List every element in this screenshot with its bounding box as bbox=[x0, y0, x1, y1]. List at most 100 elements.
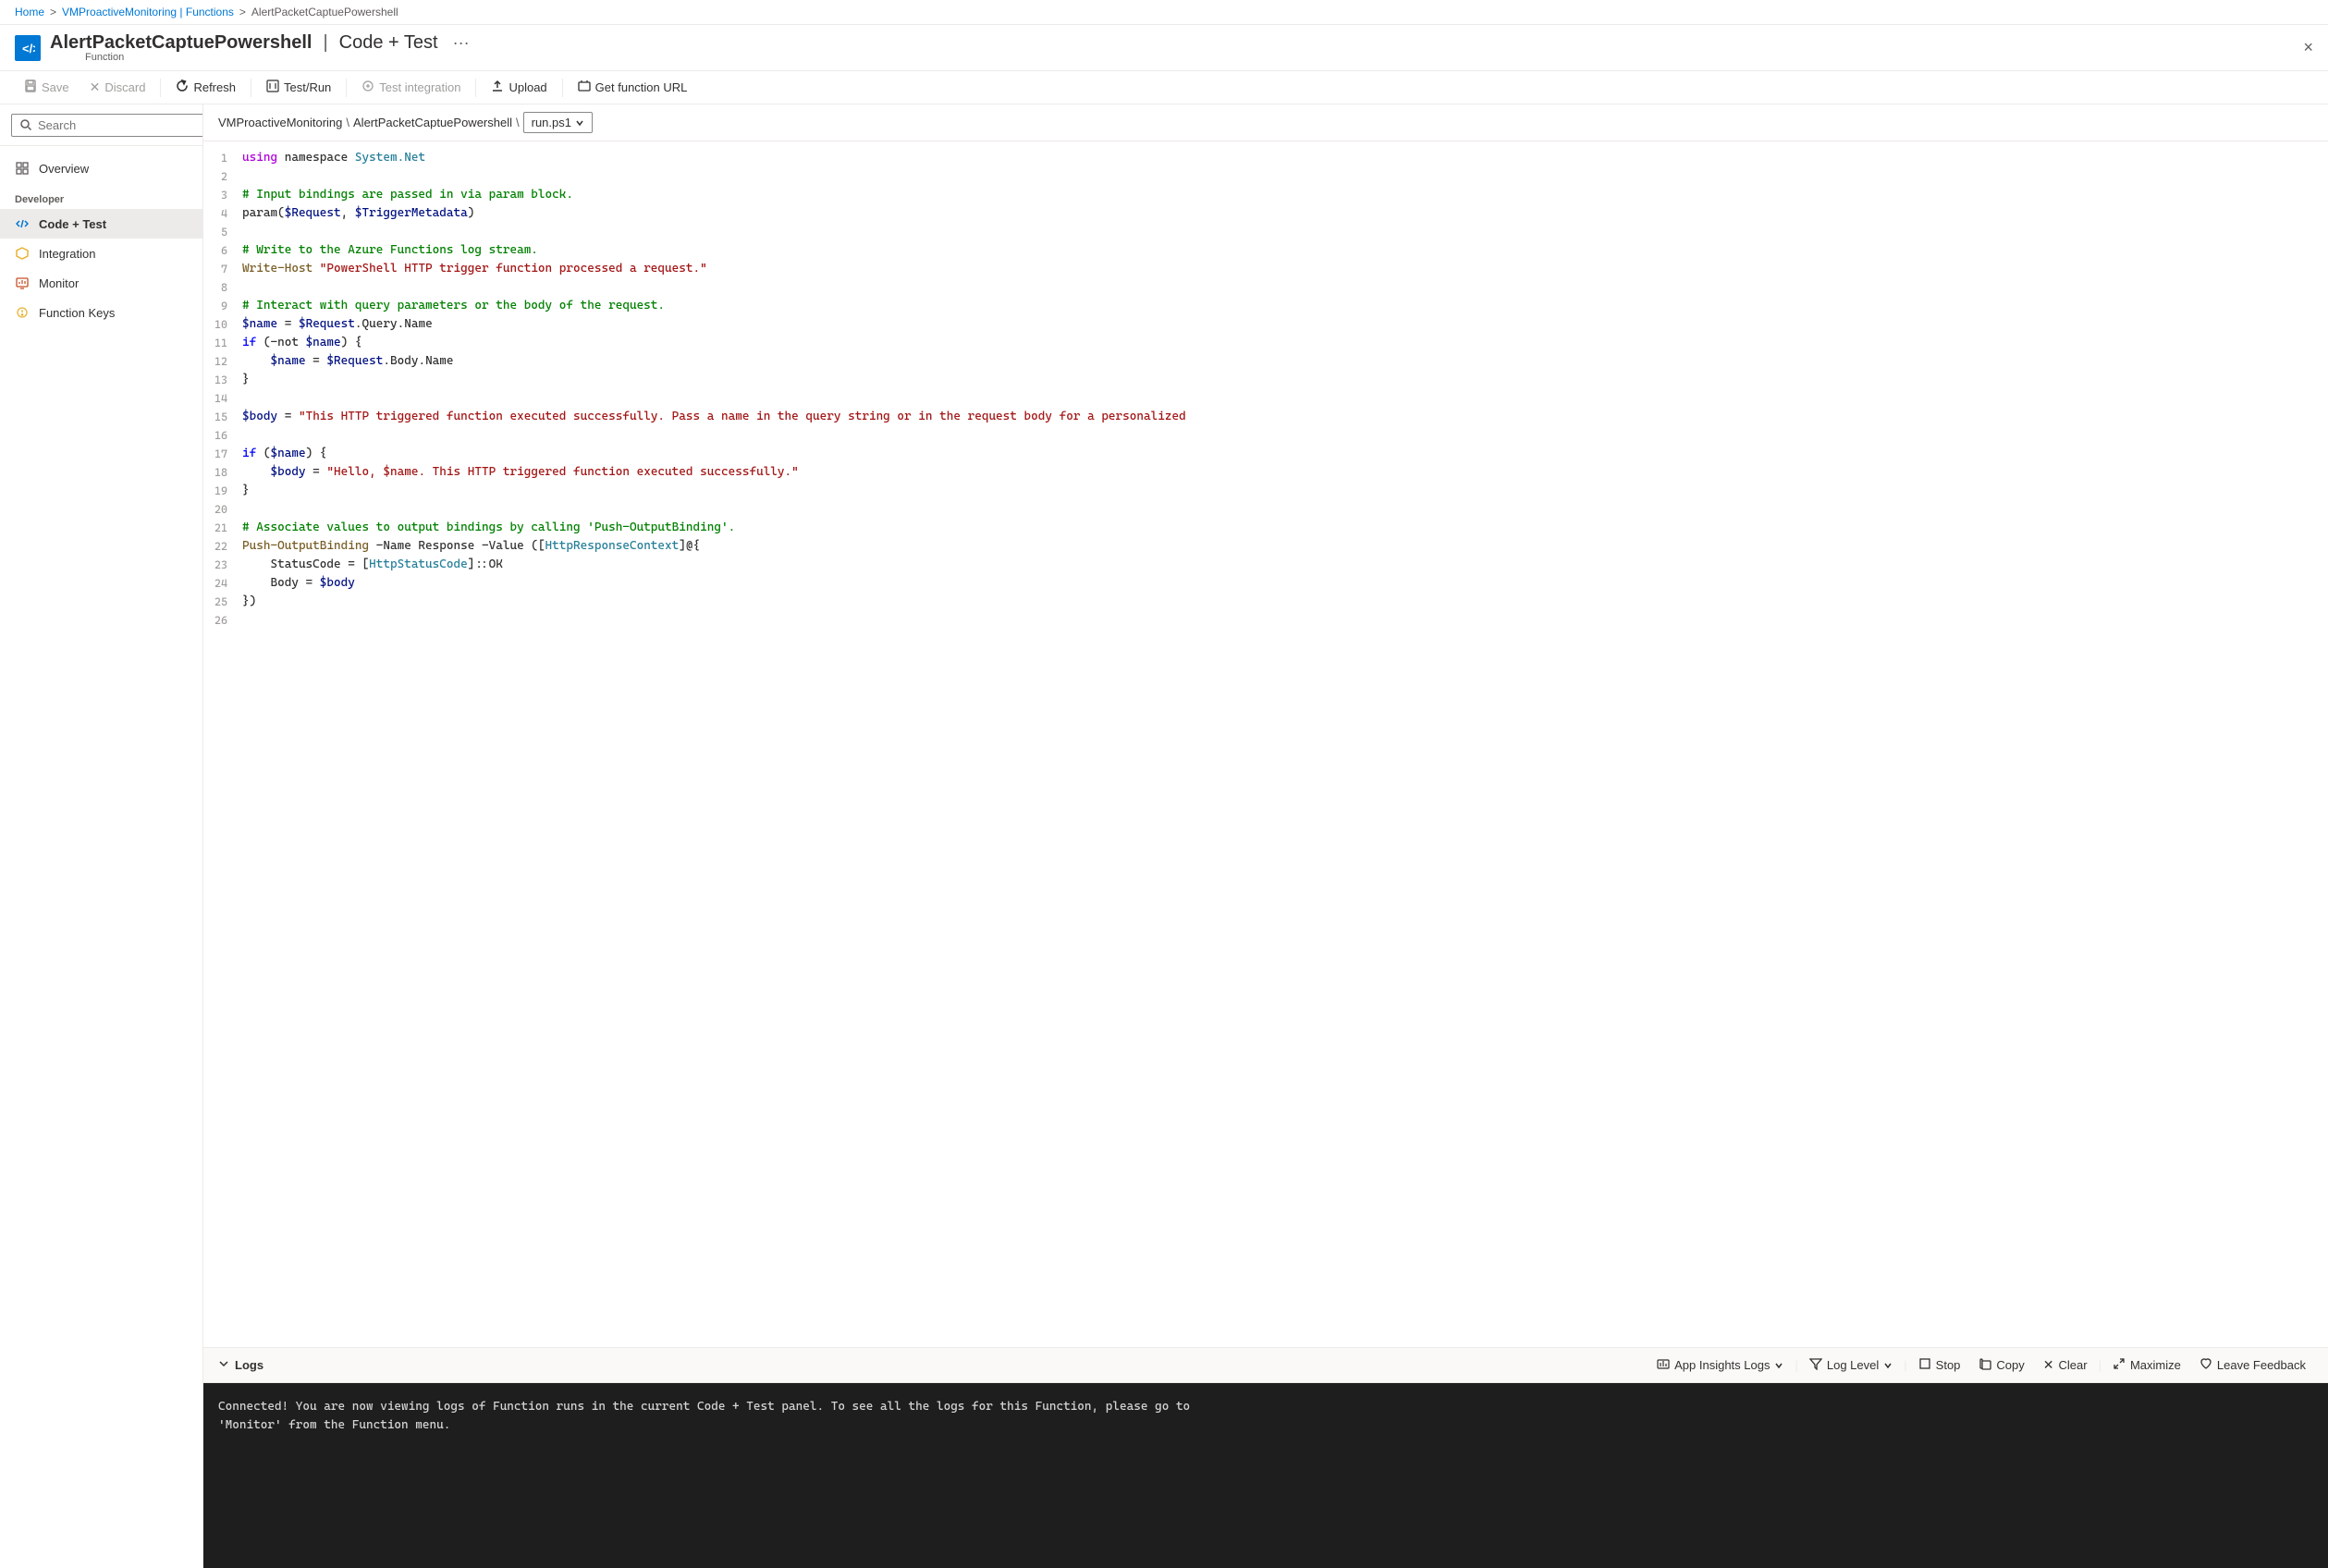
code-line-23: 23 StatusCode = [HttpStatusCode]::OK bbox=[203, 556, 2328, 574]
code-line-20: 20 bbox=[203, 500, 2328, 519]
breadcrumb-current: AlertPacketCaptuePowershell bbox=[251, 6, 398, 18]
test-run-button[interactable]: Test/Run bbox=[257, 75, 340, 100]
maximize-icon bbox=[2113, 1357, 2126, 1373]
more-options-icon[interactable]: ··· bbox=[453, 33, 470, 53]
get-url-button[interactable]: Get function URL bbox=[569, 75, 697, 100]
app-insights-button[interactable]: App Insights Logs bbox=[1649, 1354, 1791, 1377]
sidebar: 《 Overview Developer Code + Test I bbox=[0, 104, 203, 1568]
log-message: Connected! You are now viewing logs of F… bbox=[218, 1398, 2313, 1434]
save-icon bbox=[24, 80, 37, 95]
sidebar-item-monitor-label: Monitor bbox=[39, 276, 79, 290]
main-toolbar: Save ✕ Discard Refresh Test/Run Test int… bbox=[0, 70, 2328, 104]
refresh-icon bbox=[176, 80, 189, 95]
search-box[interactable] bbox=[11, 114, 203, 137]
file-path-bar: VMProactiveMonitoring \ AlertPacketCaptu… bbox=[203, 104, 2328, 141]
toolbar-sep-3 bbox=[346, 79, 347, 97]
overview-icon bbox=[15, 161, 30, 176]
breadcrumb-functions[interactable]: VMProactiveMonitoring | Functions bbox=[62, 6, 234, 18]
code-line-16: 16 bbox=[203, 426, 2328, 445]
sidebar-nav: Overview Developer Code + Test Integrati… bbox=[0, 146, 202, 335]
clear-icon: ✕ bbox=[2043, 1357, 2054, 1373]
integration-icon bbox=[15, 246, 30, 261]
copy-button[interactable]: Copy bbox=[1971, 1354, 2031, 1377]
maximize-button[interactable]: Maximize bbox=[2105, 1354, 2188, 1377]
file-dropdown[interactable]: run.ps1 bbox=[523, 112, 593, 133]
chevron-down-icon bbox=[575, 118, 584, 128]
sidebar-top: 《 bbox=[0, 104, 202, 146]
code-line-9: 9# Interact with query parameters or the… bbox=[203, 297, 2328, 315]
main-container: 《 Overview Developer Code + Test I bbox=[0, 104, 2328, 1568]
function-keys-icon bbox=[15, 305, 30, 320]
code-line-17: 17if ($name) { bbox=[203, 445, 2328, 463]
close-button[interactable]: × bbox=[2303, 38, 2313, 57]
function-icon: </> bbox=[15, 35, 41, 61]
monitor-icon bbox=[15, 276, 30, 290]
leave-feedback-button[interactable]: Leave Feedback bbox=[2192, 1354, 2313, 1377]
test-integration-icon bbox=[361, 80, 374, 95]
logs-toolbar: Logs App Insights Logs | bbox=[203, 1348, 2328, 1383]
code-line-15: 15$body = "This HTTP triggered function … bbox=[203, 408, 2328, 426]
logs-title-label: Logs bbox=[235, 1358, 263, 1372]
code-line-11: 11if (-not $name) { bbox=[203, 334, 2328, 352]
code-line-19: 19} bbox=[203, 482, 2328, 500]
clear-button[interactable]: ✕ Clear bbox=[2036, 1354, 2095, 1377]
svg-text:</>: </> bbox=[22, 42, 35, 55]
search-icon bbox=[19, 118, 32, 131]
logs-chevron-down-icon bbox=[218, 1358, 229, 1372]
discard-icon: ✕ bbox=[90, 80, 101, 95]
log-level-button[interactable]: Log Level bbox=[1802, 1354, 1900, 1377]
test-integration-button[interactable]: Test integration bbox=[352, 75, 470, 100]
logs-title[interactable]: Logs bbox=[218, 1358, 263, 1372]
code-line-2: 2 bbox=[203, 167, 2328, 186]
upload-button[interactable]: Upload bbox=[482, 75, 556, 100]
content-area: VMProactiveMonitoring \ AlertPacketCaptu… bbox=[203, 104, 2328, 1568]
sidebar-item-integration[interactable]: Integration bbox=[0, 239, 202, 268]
code-editor[interactable]: 1using namespace System.Net2 3# Input bi… bbox=[203, 141, 2328, 1347]
code-line-14: 14 bbox=[203, 389, 2328, 408]
sidebar-item-code-test[interactable]: Code + Test bbox=[0, 209, 202, 239]
toolbar-sep-5 bbox=[562, 79, 563, 97]
code-line-25: 25}) bbox=[203, 593, 2328, 611]
sidebar-item-function-keys-label: Function Keys bbox=[39, 306, 115, 320]
code-line-18: 18 $body = "Hello, $name. This HTTP trig… bbox=[203, 463, 2328, 482]
file-dropdown-value: run.ps1 bbox=[532, 116, 571, 129]
code-line-22: 22Push-OutputBinding -Name Response -Val… bbox=[203, 537, 2328, 556]
sidebar-item-overview-label: Overview bbox=[39, 162, 89, 176]
code-line-13: 13} bbox=[203, 371, 2328, 389]
breadcrumb-home[interactable]: Home bbox=[15, 6, 44, 18]
code-line-21: 21# Associate values to output bindings … bbox=[203, 519, 2328, 537]
discard-button[interactable]: ✕ Discard bbox=[80, 75, 155, 100]
save-button[interactable]: Save bbox=[15, 75, 79, 100]
toolbar-sep-4 bbox=[475, 79, 476, 97]
app-insights-chevron-icon bbox=[1774, 1361, 1783, 1370]
sidebar-item-overview[interactable]: Overview bbox=[0, 153, 202, 183]
code-line-26: 26 bbox=[203, 611, 2328, 630]
page-header: </> AlertPacketCaptuePowershell | Code +… bbox=[0, 25, 2328, 70]
sidebar-item-monitor[interactable]: Monitor bbox=[0, 268, 202, 298]
code-line-1: 1using namespace System.Net bbox=[203, 149, 2328, 167]
refresh-button[interactable]: Refresh bbox=[166, 75, 245, 100]
code-line-12: 12 $name = $Request.Body.Name bbox=[203, 352, 2328, 371]
sidebar-item-code-test-label: Code + Test bbox=[39, 217, 106, 231]
log-level-chevron-icon bbox=[1883, 1361, 1893, 1370]
test-run-icon bbox=[266, 80, 279, 95]
code-line-10: 10$name = $Request.Query.Name bbox=[203, 315, 2328, 334]
logs-panel: Logs App Insights Logs | bbox=[203, 1347, 2328, 1568]
code-line-3: 3# Input bindings are passed in via para… bbox=[203, 186, 2328, 204]
code-line-8: 8 bbox=[203, 278, 2328, 297]
filter-icon bbox=[1809, 1357, 1822, 1373]
code-test-icon bbox=[15, 216, 30, 231]
code-line-7: 7Write-Host "PowerShell HTTP trigger fun… bbox=[203, 260, 2328, 278]
file-path-part2: AlertPacketCaptuePowershell bbox=[353, 116, 512, 129]
search-input[interactable] bbox=[38, 118, 201, 132]
code-line-5: 5 bbox=[203, 223, 2328, 241]
sidebar-item-function-keys[interactable]: Function Keys bbox=[0, 298, 202, 327]
file-path-part1: VMProactiveMonitoring bbox=[218, 116, 342, 129]
logs-content: Connected! You are now viewing logs of F… bbox=[203, 1383, 2328, 1568]
breadcrumb: Home > VMProactiveMonitoring | Functions… bbox=[0, 0, 2328, 25]
page-title: AlertPacketCaptuePowershell bbox=[50, 32, 312, 54]
page-subtitle: Code + Test bbox=[339, 32, 438, 54]
toolbar-sep-1 bbox=[160, 79, 161, 97]
stop-button[interactable]: Stop bbox=[1911, 1354, 1968, 1377]
code-line-24: 24 Body = $body bbox=[203, 574, 2328, 593]
